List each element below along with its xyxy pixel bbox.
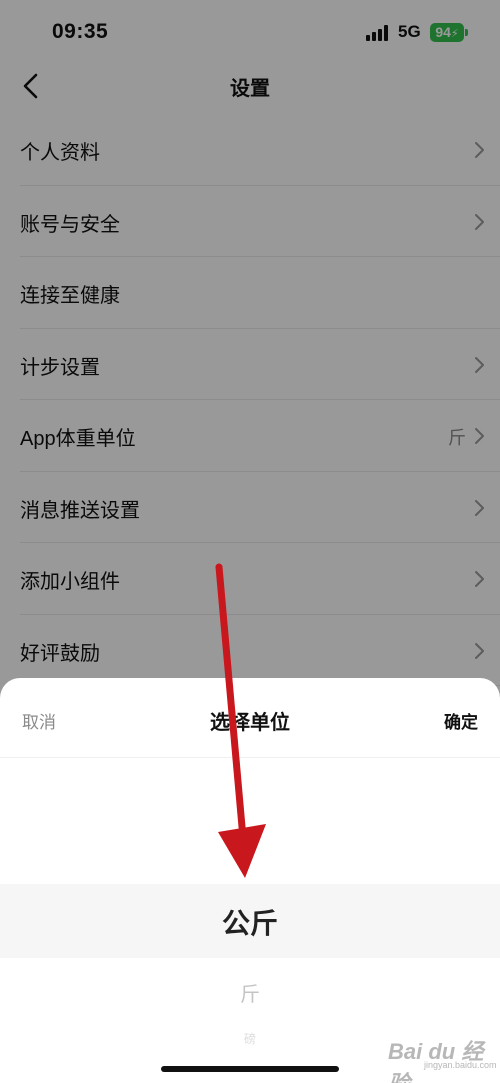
home-indicator xyxy=(161,1066,339,1072)
picker-option-selected[interactable]: 公斤 xyxy=(0,902,500,942)
picker-option[interactable]: 斤 xyxy=(0,978,500,1007)
watermark-logo: Bai du 经验 jingyan.baidu.com xyxy=(384,1030,497,1083)
sheet-header: 取消 选择单位 确定 xyxy=(0,678,500,758)
watermark-text: Bai du 经验 xyxy=(388,1039,484,1083)
unit-picker-sheet: 取消 选择单位 确定 公斤 斤 磅 xyxy=(0,678,500,1083)
confirm-button[interactable]: 确定 xyxy=(444,708,478,733)
watermark-sub: jingyan.baidu.com xyxy=(424,1060,497,1070)
sheet-title: 选择单位 xyxy=(210,712,290,734)
